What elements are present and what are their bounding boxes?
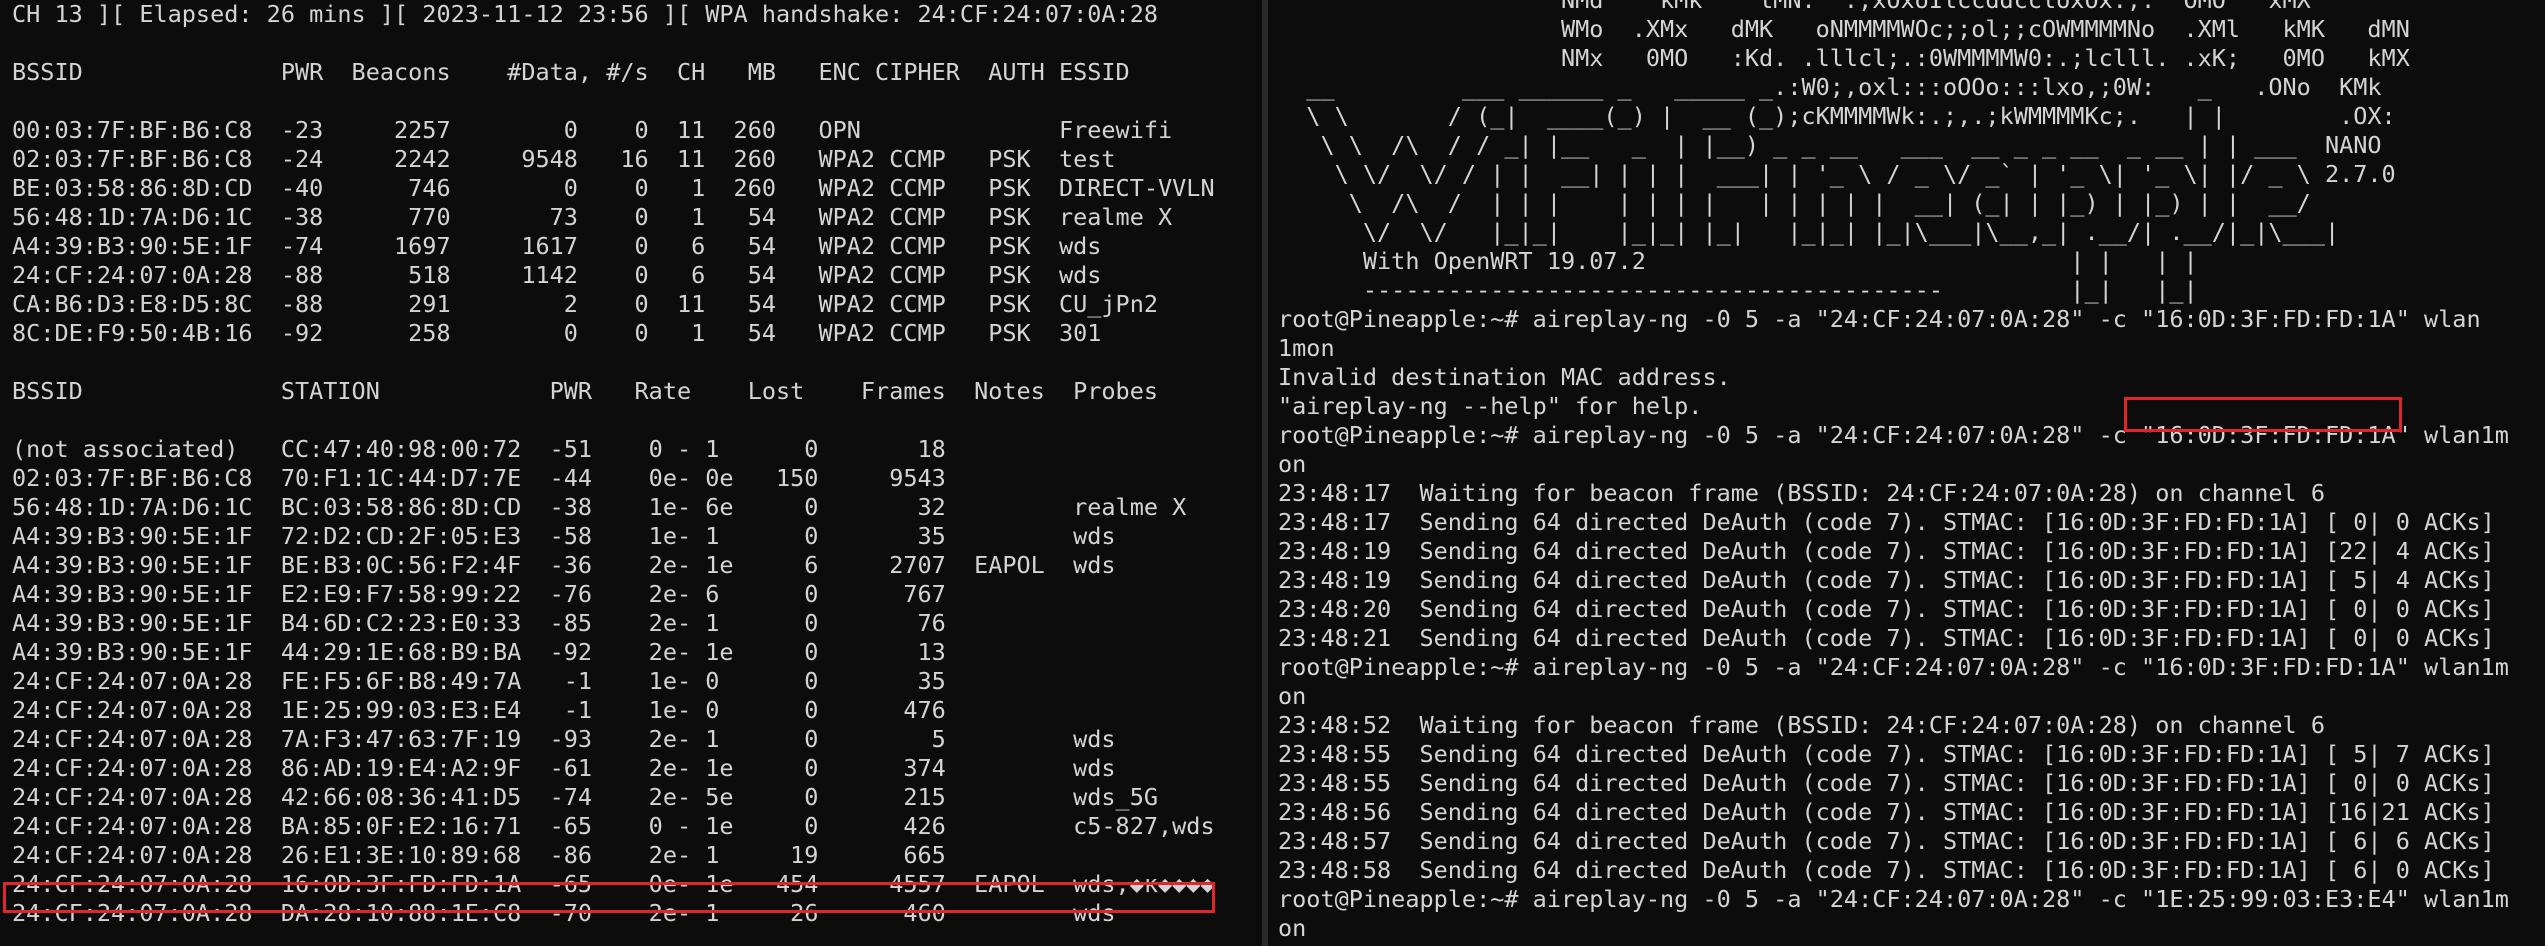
airodump-line: 02:03:7F:BF:B6:C8 70:F1:1C:44:D7:7E -44 … xyxy=(12,464,946,492)
airodump-line: 24:CF:24:07:0A:28 -88 518 1142 0 6 54 WP… xyxy=(12,261,1102,289)
airodump-line: A4:39:B3:90:5E:1F BE:B3:0C:56:F2:4F -36 … xyxy=(12,551,1116,579)
airodump-line: A4:39:B3:90:5E:1F B4:6D:C2:23:E0:33 -85 … xyxy=(12,609,946,637)
aireplay-terminal-pane[interactable]: NMd kMk lMN. .;xOxoIlccddccloxOx:;. OMO … xyxy=(1268,0,2545,946)
aireplay-line: WMo .XMx dMK oNMMMMWOc;;ol;;cOWMMMMNo .X… xyxy=(1278,15,2410,43)
aireplay-line: on xyxy=(1278,450,1307,478)
airodump-line: CA:B6:D3:E8:D5:8C -88 291 2 0 11 54 WPA2… xyxy=(12,290,1159,318)
airodump-line: 24:CF:24:07:0A:28 FE:F5:6F:B8:49:7A -1 1… xyxy=(12,667,946,695)
aireplay-line: 23:48:17 Sending 64 directed DeAuth (cod… xyxy=(1278,508,2495,536)
aireplay-line: 23:48:21 Sending 64 directed DeAuth (cod… xyxy=(1278,624,2495,652)
airodump-line: 24:CF:24:07:0A:28 26:E1:3E:10:89:68 -86 … xyxy=(12,841,946,869)
highlight-station-row xyxy=(3,882,1215,913)
aireplay-output: NMd kMk lMN. .;xOxoIlccddccloxOx:;. OMO … xyxy=(1268,0,2545,943)
aireplay-line: \ \/ \/ / | | __| | | | ___| | '_ \ / _ … xyxy=(1278,160,2396,188)
airodump-line: BSSID PWR Beacons #Data, #/s CH MB ENC C… xyxy=(12,58,1130,86)
airodump-output: CH 13 ][ Elapsed: 26 mins ][ 2023-11-12 … xyxy=(0,0,1262,928)
aireplay-line: \ /\ / | | | | | | | | | | | | __| (_| |… xyxy=(1278,189,2311,217)
aireplay-line: root@Pineapple:~# aireplay-ng -0 5 -a "2… xyxy=(1278,653,2509,681)
airodump-line: A4:39:B3:90:5E:1F -74 1697 1617 0 6 54 W… xyxy=(12,232,1102,260)
aireplay-line: 23:48:58 Sending 64 directed DeAuth (cod… xyxy=(1278,856,2495,884)
aireplay-line: on xyxy=(1278,914,1307,942)
aireplay-line: NMx 0MO :Kd. .lllcl;.:0WMMMMW0:.;lclll. … xyxy=(1278,44,2410,72)
airodump-line: A4:39:B3:90:5E:1F E2:E9:F7:58:99:22 -76 … xyxy=(12,580,946,608)
airodump-line: 8C:DE:F9:50:4B:16 -92 258 0 0 1 54 WPA2 … xyxy=(12,319,1102,347)
aireplay-line: 23:48:52 Waiting for beacon frame (BSSID… xyxy=(1278,711,2325,739)
aireplay-line: 23:48:56 Sending 64 directed DeAuth (cod… xyxy=(1278,798,2495,826)
aireplay-line: 23:48:57 Sending 64 directed DeAuth (cod… xyxy=(1278,827,2495,855)
airodump-line: 24:CF:24:07:0A:28 1E:25:99:03:E3:E4 -1 1… xyxy=(12,696,946,724)
aireplay-line: 23:48:20 Sending 64 directed DeAuth (cod… xyxy=(1278,595,2495,623)
highlight-station-mac xyxy=(2124,397,2402,432)
aireplay-line: Invalid destination MAC address. xyxy=(1278,363,1731,391)
airodump-line: BSSID STATION PWR Rate Lost Frames Notes… xyxy=(12,377,1159,405)
airodump-line: A4:39:B3:90:5E:1F 72:D2:CD:2F:05:E3 -58 … xyxy=(12,522,1116,550)
aireplay-line: root@Pineapple:~# aireplay-ng -0 5 -a "2… xyxy=(1278,885,2509,913)
airodump-line: 24:CF:24:07:0A:28 7A:F3:47:63:7F:19 -93 … xyxy=(12,725,1116,753)
airodump-line: (not associated) CC:47:40:98:00:72 -51 0… xyxy=(12,435,946,463)
airodump-line: 24:CF:24:07:0A:28 BA:85:0F:E2:16:71 -65 … xyxy=(12,812,1215,840)
airodump-line: BE:03:58:86:8D:CD -40 746 0 0 1 260 WPA2… xyxy=(12,174,1215,202)
aireplay-line: NMd kMk lMN. .;xOxoIlccddccloxOx:;. OMO … xyxy=(1278,0,2311,14)
aireplay-line: root@Pineapple:~# aireplay-ng -0 5 -a "2… xyxy=(1278,305,2481,333)
airodump-line xyxy=(0,348,1262,377)
aireplay-line: 23:48:55 Sending 64 directed DeAuth (cod… xyxy=(1278,769,2495,797)
aireplay-line: 23:48:19 Sending 64 directed DeAuth (cod… xyxy=(1278,537,2495,565)
airodump-line xyxy=(0,406,1262,435)
aireplay-line: \/ \/ |_|_| |_|_| |_| |_|_| |_|\___|\__,… xyxy=(1278,218,2340,246)
aireplay-line: on xyxy=(1278,682,1307,710)
airodump-line: 00:03:7F:BF:B6:C8 -23 2257 0 0 11 260 OP… xyxy=(12,116,1173,144)
aireplay-line: 23:48:17 Waiting for beacon frame (BSSID… xyxy=(1278,479,2325,507)
aireplay-line: 23:48:55 Sending 64 directed DeAuth (cod… xyxy=(1278,740,2495,768)
airodump-terminal-pane[interactable]: CH 13 ][ Elapsed: 26 mins ][ 2023-11-12 … xyxy=(0,0,1262,946)
airodump-line: 24:CF:24:07:0A:28 42:66:08:36:41:D5 -74 … xyxy=(12,783,1159,811)
airodump-line: 24:CF:24:07:0A:28 86:AD:19:E4:A2:9F -61 … xyxy=(12,754,1116,782)
airodump-line: 56:48:1D:7A:D6:1C -38 770 73 0 1 54 WPA2… xyxy=(12,203,1173,231)
aireplay-line: \ \ /\ / / _| |__ _ | |__) _ _ __ ___ __… xyxy=(1278,131,2382,159)
airodump-line: 56:48:1D:7A:D6:1C BC:03:58:86:8D:CD -38 … xyxy=(12,493,1187,521)
airodump-line xyxy=(0,29,1262,58)
aireplay-line: 23:48:19 Sending 64 directed DeAuth (cod… xyxy=(1278,566,2495,594)
airodump-line: A4:39:B3:90:5E:1F 44:29:1E:68:B9:BA -92 … xyxy=(12,638,946,666)
aireplay-line: \ \ / (_| ____(_) | __ (_);cKMMMMWk:.;,.… xyxy=(1278,102,2396,130)
airodump-line: CH 13 ][ Elapsed: 26 mins ][ 2023-11-12 … xyxy=(12,0,1159,28)
airodump-line: 02:03:7F:BF:B6:C8 -24 2242 9548 16 11 26… xyxy=(12,145,1116,173)
aireplay-line: ----------------------------------------… xyxy=(1278,276,2198,304)
aireplay-line: With OpenWRT 19.07.2 | | | | xyxy=(1278,247,2198,275)
aireplay-line: 1mon xyxy=(1278,334,1335,362)
aireplay-line: __ ___ ______ _ _____ _.:W0;,oxl:::oOOo:… xyxy=(1278,73,2382,101)
airodump-line xyxy=(0,87,1262,116)
